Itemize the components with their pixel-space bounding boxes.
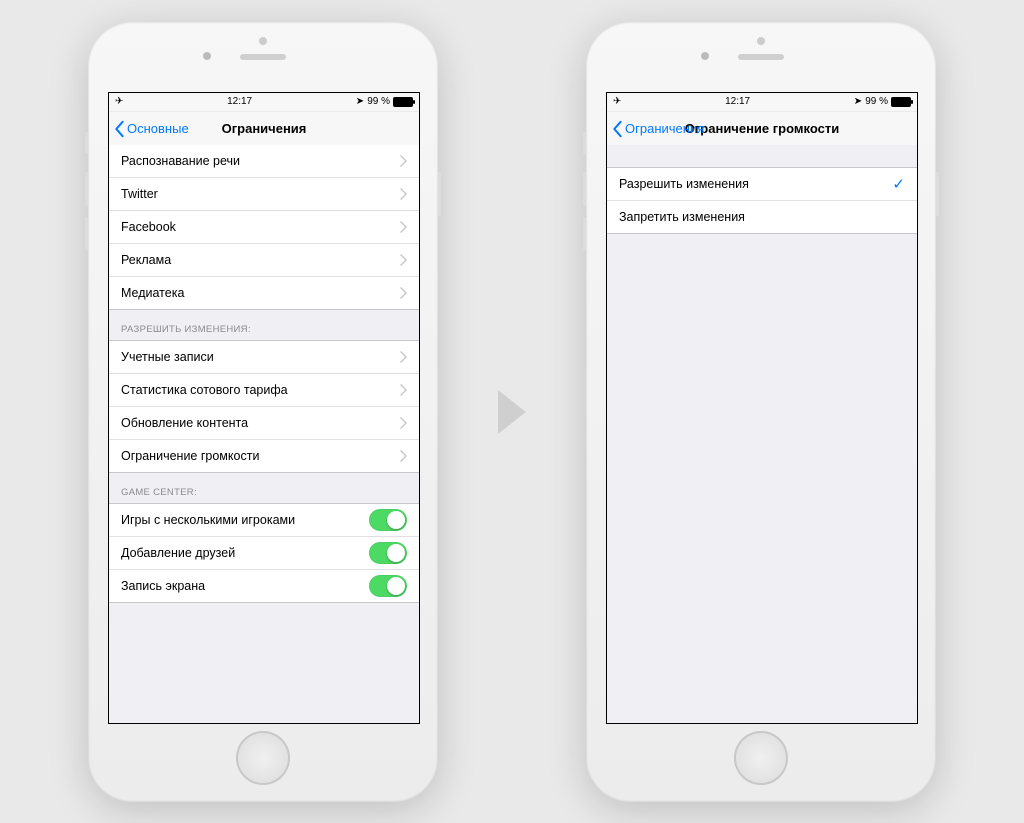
section-header-allow-changes: РАЗРЕШИТЬ ИЗМЕНЕНИЯ: [109, 310, 419, 340]
battery-icon [891, 97, 911, 107]
chevron-right-icon [400, 254, 407, 266]
volume-down [583, 217, 586, 251]
battery-icon [393, 97, 413, 107]
toggle-switch[interactable] [369, 575, 407, 597]
chevron-right-icon [400, 384, 407, 396]
list-item[interactable]: Учетные записи [109, 341, 419, 374]
list-item-label: Статистика сотового тарифа [121, 383, 400, 397]
section-header-game-center: GAME CENTER: [109, 473, 419, 503]
airplane-icon: ✈ [613, 96, 621, 107]
checkmark-icon: ✓ [892, 175, 905, 193]
status-time: 12:17 [725, 96, 750, 107]
list-item: Запись экрана [109, 570, 419, 602]
chevron-right-icon [400, 188, 407, 200]
list-item-volume-limit[interactable]: Ограничение громкости [109, 440, 419, 472]
chevron-right-icon [400, 450, 407, 462]
home-button[interactable] [734, 731, 788, 785]
list-item-label: Медиатека [121, 286, 400, 300]
list-item-label: Игры с несколькими игроками [121, 513, 369, 527]
chevron-right-icon [400, 417, 407, 429]
toggle-switch[interactable] [369, 542, 407, 564]
back-label: Основные [127, 121, 189, 136]
front-camera [701, 52, 709, 60]
list-item-label: Распознавание речи [121, 154, 400, 168]
list-item-label: Запретить изменения [619, 210, 905, 224]
list-item: Игры с несколькими игроками [109, 504, 419, 537]
chevron-right-icon [400, 351, 407, 363]
volume-down [85, 217, 88, 251]
nav-title: Ограничения [222, 121, 307, 136]
earpiece [240, 54, 286, 60]
airplane-icon: ✈ [115, 96, 123, 107]
chevron-right-icon [400, 287, 407, 299]
nav-title: Ограничение громкости [685, 121, 839, 136]
screen-left: ✈ 12:17 ➤ 99 % Основные Ограничения [108, 92, 420, 724]
screen-right: ✈ 12:17 ➤ 99 % Ограничения Ограничение г… [606, 92, 918, 724]
list-item[interactable]: Обновление контента [109, 407, 419, 440]
list-item[interactable]: Распознавание речи [109, 145, 419, 178]
mute-switch [583, 132, 586, 154]
phone-left: ✈ 12:17 ➤ 99 % Основные Ограничения [88, 22, 438, 802]
back-button[interactable]: Ограничения [611, 112, 704, 146]
option-allow-changes[interactable]: Разрешить изменения ✓ [607, 168, 917, 201]
chevron-right-icon [400, 155, 407, 167]
nav-bar: Ограничения Ограничение громкости [607, 112, 917, 147]
location-icon: ➤ [854, 96, 862, 107]
power-button [438, 172, 441, 216]
sensor [259, 37, 267, 45]
list-item-label: Учетные записи [121, 350, 400, 364]
list-item-label: Добавление друзей [121, 546, 369, 560]
list-item[interactable]: Реклама [109, 244, 419, 277]
status-bar: ✈ 12:17 ➤ 99 % [607, 93, 917, 112]
chevron-left-icon [611, 120, 623, 138]
list-item-label: Ограничение громкости [121, 449, 400, 463]
chevron-left-icon [113, 120, 125, 138]
list-item-label: Обновление контента [121, 416, 400, 430]
status-bar: ✈ 12:17 ➤ 99 % [109, 93, 419, 112]
phone-right: ✈ 12:17 ➤ 99 % Ограничения Ограничение г… [586, 22, 936, 802]
settings-list[interactable]: Распознавание речи Twitter Facebook Рекл… [109, 145, 419, 723]
list-item-label: Facebook [121, 220, 400, 234]
volume-up [85, 172, 88, 206]
list-item-label: Запись экрана [121, 579, 369, 593]
toggle-switch[interactable] [369, 509, 407, 531]
chevron-right-icon [400, 221, 407, 233]
power-button [936, 172, 939, 216]
list-item[interactable]: Facebook [109, 211, 419, 244]
list-item: Добавление друзей [109, 537, 419, 570]
battery-text: 99 % [865, 96, 888, 107]
mute-switch [85, 132, 88, 154]
list-item[interactable]: Медиатека [109, 277, 419, 309]
settings-list[interactable]: Разрешить изменения ✓ Запретить изменени… [607, 145, 917, 723]
arrow-right-icon [498, 390, 526, 434]
option-deny-changes[interactable]: Запретить изменения [607, 201, 917, 233]
status-time: 12:17 [227, 96, 252, 107]
earpiece [738, 54, 784, 60]
battery-text: 99 % [367, 96, 390, 107]
list-item-label: Реклама [121, 253, 400, 267]
nav-bar: Основные Ограничения [109, 112, 419, 147]
location-icon: ➤ [356, 96, 364, 107]
volume-up [583, 172, 586, 206]
back-button[interactable]: Основные [113, 112, 189, 146]
sensor [757, 37, 765, 45]
front-camera [203, 52, 211, 60]
list-item-label: Разрешить изменения [619, 177, 892, 191]
home-button[interactable] [236, 731, 290, 785]
list-item-label: Twitter [121, 187, 400, 201]
list-item[interactable]: Twitter [109, 178, 419, 211]
list-item[interactable]: Статистика сотового тарифа [109, 374, 419, 407]
back-label: Ограничения [625, 121, 704, 136]
